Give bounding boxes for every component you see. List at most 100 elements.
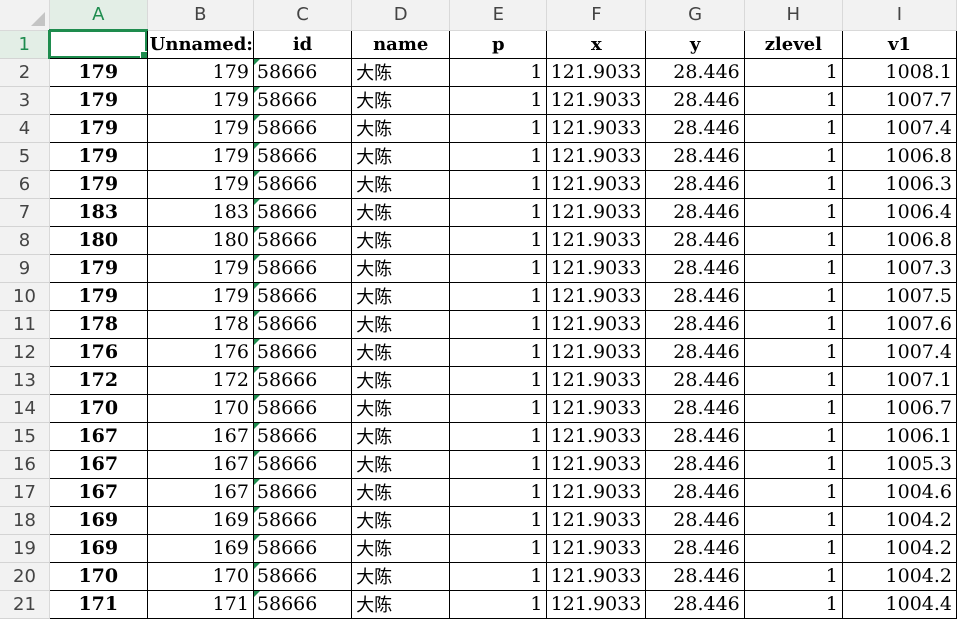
cell-c[interactable]: 58666: [253, 282, 353, 311]
row-header[interactable]: 18: [0, 506, 50, 535]
cell-c[interactable]: 58666: [253, 338, 353, 367]
cell-i[interactable]: 1007.1: [842, 366, 957, 395]
cell-g[interactable]: 28.446: [645, 338, 745, 367]
cell-i[interactable]: 1006.3: [842, 170, 957, 199]
cell-a[interactable]: 170: [48, 394, 148, 423]
cell-d[interactable]: 大陈: [351, 86, 451, 115]
cell-g[interactable]: 28.446: [645, 198, 745, 227]
cell-g[interactable]: 28.446: [645, 142, 745, 171]
cell-a[interactable]: 172: [48, 366, 148, 395]
cell-b[interactable]: 176: [147, 338, 254, 367]
cell-c[interactable]: 58666: [253, 142, 353, 171]
cell-a[interactable]: 169: [48, 506, 148, 535]
cell-i[interactable]: 1007.7: [842, 86, 957, 115]
cell-h[interactable]: 1: [744, 282, 843, 311]
cell-f[interactable]: 121.9033: [546, 338, 647, 367]
cell-i[interactable]: 1007.3: [842, 254, 957, 283]
cell-i[interactable]: 1005.3: [842, 450, 957, 479]
cell-b[interactable]: 172: [147, 366, 254, 395]
cell-h[interactable]: 1: [744, 58, 843, 87]
cell-b[interactable]: 167: [147, 478, 254, 507]
cell-e[interactable]: 1: [449, 394, 548, 423]
row-header[interactable]: 3: [0, 86, 50, 115]
row-header[interactable]: 20: [0, 562, 50, 591]
column-header-c[interactable]: C: [253, 0, 353, 31]
cell-e[interactable]: 1: [449, 114, 548, 143]
cell-b[interactable]: 179: [147, 114, 254, 143]
cell-g[interactable]: 28.446: [645, 534, 745, 563]
cell-g1[interactable]: y: [645, 30, 745, 59]
cell-b[interactable]: 179: [147, 58, 254, 87]
cell-e[interactable]: 1: [449, 282, 548, 311]
cell-h[interactable]: 1: [744, 254, 843, 283]
cell-a[interactable]: 170: [48, 562, 148, 591]
cell-e[interactable]: 1: [449, 366, 548, 395]
cell-e[interactable]: 1: [449, 478, 548, 507]
cell-a[interactable]: 179: [48, 86, 148, 115]
cell-e[interactable]: 1: [449, 590, 548, 619]
cell-i[interactable]: 1008.1: [842, 58, 957, 87]
cell-e[interactable]: 1: [449, 170, 548, 199]
cell-b[interactable]: 170: [147, 394, 254, 423]
cell-e[interactable]: 1: [449, 226, 548, 255]
column-header-g[interactable]: G: [645, 0, 745, 31]
row-header[interactable]: 2: [0, 58, 50, 87]
row-header[interactable]: 14: [0, 394, 50, 423]
cell-g[interactable]: 28.446: [645, 170, 745, 199]
cell-f[interactable]: 121.9033: [546, 506, 647, 535]
cell-i[interactable]: 1006.8: [842, 226, 957, 255]
cell-d[interactable]: 大陈: [351, 394, 451, 423]
cell-b[interactable]: 167: [147, 422, 254, 451]
cell-b[interactable]: 179: [147, 282, 254, 311]
cell-i[interactable]: 1007.4: [842, 338, 957, 367]
cell-i[interactable]: 1004.2: [842, 534, 957, 563]
cell-f[interactable]: 121.9033: [546, 478, 647, 507]
cell-d[interactable]: 大陈: [351, 366, 451, 395]
cell-g[interactable]: 28.446: [645, 478, 745, 507]
cell-d[interactable]: 大陈: [351, 282, 451, 311]
cell-f[interactable]: 121.9033: [546, 58, 647, 87]
cell-e[interactable]: 1: [449, 450, 548, 479]
cell-b[interactable]: 178: [147, 310, 254, 339]
cell-a[interactable]: 180: [48, 226, 148, 255]
row-header[interactable]: 13: [0, 366, 50, 395]
cell-i[interactable]: 1007.5: [842, 282, 957, 311]
cell-f[interactable]: 121.9033: [546, 590, 647, 619]
cell-f[interactable]: 121.9033: [546, 142, 647, 171]
cell-h[interactable]: 1: [744, 506, 843, 535]
cell-c[interactable]: 58666: [253, 478, 353, 507]
row-header[interactable]: 17: [0, 478, 50, 507]
cell-g[interactable]: 28.446: [645, 562, 745, 591]
column-header-h[interactable]: H: [744, 0, 843, 31]
cell-a[interactable]: 179: [48, 282, 148, 311]
cell-h[interactable]: 1: [744, 338, 843, 367]
row-header[interactable]: 4: [0, 114, 50, 143]
cell-e1[interactable]: p: [449, 30, 548, 59]
fill-handle[interactable]: [139, 50, 147, 57]
cell-b[interactable]: 171: [147, 590, 254, 619]
cell-b[interactable]: 169: [147, 534, 254, 563]
cell-c[interactable]: 58666: [253, 534, 353, 563]
cell-g[interactable]: 28.446: [645, 310, 745, 339]
cell-i[interactable]: 1007.6: [842, 310, 957, 339]
cell-h[interactable]: 1: [744, 590, 843, 619]
cell-g[interactable]: 28.446: [645, 114, 745, 143]
column-header-f[interactable]: F: [546, 0, 647, 31]
cell-d[interactable]: 大陈: [351, 422, 451, 451]
cell-d[interactable]: 大陈: [351, 590, 451, 619]
cell-i[interactable]: 1004.2: [842, 506, 957, 535]
cell-d[interactable]: 大陈: [351, 254, 451, 283]
cell-f[interactable]: 121.9033: [546, 86, 647, 115]
cell-a[interactable]: 169: [48, 534, 148, 563]
cell-g[interactable]: 28.446: [645, 58, 745, 87]
cell-a[interactable]: 171: [48, 590, 148, 619]
cell-b[interactable]: 167: [147, 450, 254, 479]
cell-f[interactable]: 121.9033: [546, 562, 647, 591]
cell-g[interactable]: 28.446: [645, 254, 745, 283]
cell-f[interactable]: 121.9033: [546, 114, 647, 143]
cell-b[interactable]: 180: [147, 226, 254, 255]
cell-d[interactable]: 大陈: [351, 114, 451, 143]
cell-b[interactable]: 179: [147, 254, 254, 283]
cell-f[interactable]: 121.9033: [546, 170, 647, 199]
cell-c[interactable]: 58666: [253, 86, 353, 115]
